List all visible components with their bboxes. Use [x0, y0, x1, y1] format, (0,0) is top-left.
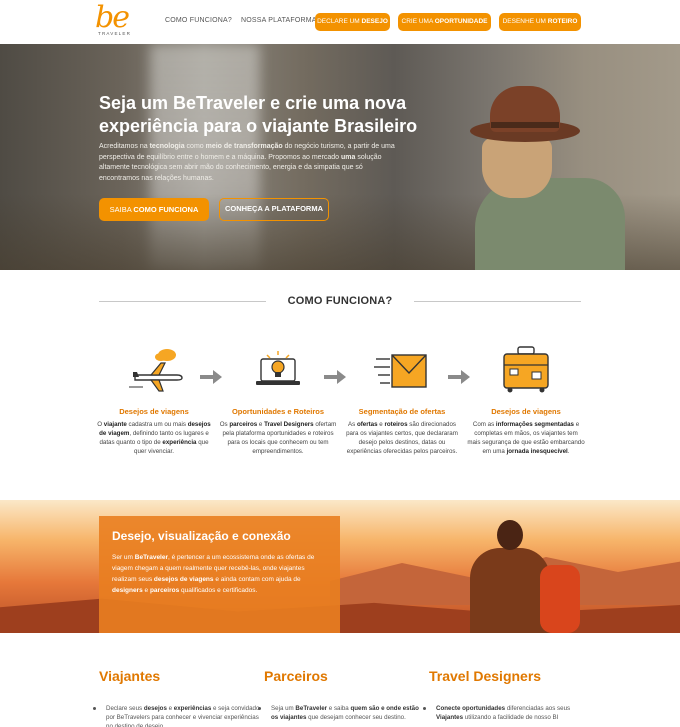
- banner-b2: desejos de viagens: [153, 576, 214, 583]
- banner-b4: parceiros: [149, 587, 180, 594]
- logo-subtitle: TRAVELER: [98, 31, 132, 36]
- col2-t1: Seja um: [271, 705, 296, 712]
- step1-b3: experiência: [162, 439, 197, 446]
- desenhe-roteiro-button[interactable]: DESENHE UM ROTEIRO: [499, 13, 581, 31]
- hero-text-bold-1: tecnologia: [149, 143, 185, 150]
- desenhe-roteiro-label-bold: ROTEIRO: [547, 18, 578, 25]
- step1-t2: cadastra um ou mais: [126, 421, 188, 428]
- arrow-right-icon-2: [324, 370, 346, 384]
- col3-t2: diferenciadas aos seus: [505, 705, 571, 712]
- column-text-parceiros: Seja um BeTraveler e saiba quem são e on…: [271, 704, 426, 722]
- column-title-travel-designers: Travel Designers: [429, 668, 542, 684]
- col3-t3: utilizando a facilidade de nosso BI: [463, 714, 559, 721]
- envelope-icon: [374, 354, 427, 388]
- step-text-2: Os parceiros e Travel Designers ofertam …: [219, 420, 337, 456]
- hiker-backpack: [540, 565, 580, 633]
- traveler-hair: [482, 138, 552, 198]
- banner-title: Desejo, visualização e conexão: [112, 529, 291, 543]
- section-divider-right: [414, 301, 581, 302]
- step-text-4: Com as informações segmentadas e complet…: [467, 420, 585, 456]
- step-title-2: Oportunidades e Roteiros: [231, 407, 325, 416]
- hero-text-bold-3: uma: [341, 153, 356, 161]
- banner-t1: Ser um: [112, 554, 135, 561]
- nav-link-como-funciona[interactable]: COMO FUNCIONA?: [165, 17, 232, 24]
- crie-oportunidade-label-bold: OPORTUNIDADE: [434, 18, 488, 25]
- step4-t1: Com as: [472, 421, 496, 428]
- col2-b1: BeTraveler: [295, 705, 328, 712]
- banner-description: Ser um BeTraveler, é pertencer a um ecos…: [112, 552, 322, 596]
- hiker-head: [497, 520, 523, 550]
- column-text-viajantes: Declare seus desejos e experiências e se…: [106, 704, 261, 727]
- step-title-3: Segmentação de ofertas: [358, 407, 446, 416]
- col1-t2: e: [166, 705, 174, 712]
- section-divider-left: [99, 301, 266, 302]
- crie-oportunidade-button[interactable]: CRIE UMA OPORTUNIDADE: [398, 13, 491, 31]
- hiker-body: [470, 548, 550, 633]
- step3-t1: As: [347, 421, 357, 428]
- step2-b2: Travel Designers: [264, 421, 314, 428]
- col2-t2: e saiba: [327, 705, 351, 712]
- step1-b1: viajante: [103, 421, 127, 428]
- hero-title: Seja um BeTraveler e crie uma nova exper…: [99, 93, 418, 136]
- logo-mark: be: [95, 0, 130, 35]
- banner-t4: e: [142, 587, 150, 594]
- hero-text-2: como: [184, 143, 206, 150]
- desenhe-roteiro-label: DESENHE UM: [502, 18, 548, 25]
- step-text-1: O viajante cadastra um ou mais desejos d…: [95, 420, 213, 456]
- banner-b3: designers: [112, 587, 143, 594]
- saiba-label-bold: COMO FUNCIONA: [133, 205, 199, 214]
- step4-b1: informações segmentadas: [495, 421, 574, 428]
- column-text-travel-designers: Conecte oportunidades diferenciadas aos …: [436, 704, 591, 722]
- hero-text-bold-2: meio de transformação: [205, 143, 283, 150]
- col2-t3: que desejam conhecer seu destino.: [306, 714, 406, 721]
- top-nav: be TRAVELER COMO FUNCIONA? NOSSA PLATAFO…: [0, 0, 680, 44]
- col1-t1: Declare seus: [106, 705, 144, 712]
- betraveler-logo[interactable]: be TRAVELER: [95, 0, 135, 40]
- step2-t1: Os: [219, 421, 230, 428]
- banner-b1: BeTraveler: [134, 554, 169, 561]
- hero-description: Acreditamos na tecnologia como meio de t…: [99, 142, 399, 184]
- conheca-plataforma-button[interactable]: CONHEÇA A PLATAFORMA: [219, 198, 329, 221]
- step4-b2: jornada inesquecível: [506, 448, 568, 455]
- section-title-como-funciona: COMO FUNCIONA?: [287, 295, 393, 307]
- crie-oportunidade-label: CRIE UMA: [401, 18, 435, 25]
- col3-b1: Conecte oportunidades: [436, 705, 506, 712]
- saiba-label: SAIBA: [109, 205, 134, 214]
- step3-b2: roteiros: [384, 421, 408, 428]
- nav-link-nossa-plataforma[interactable]: NOSSA PLATAFORMA: [241, 17, 317, 24]
- banner-t5: qualificados e certificados.: [179, 587, 258, 594]
- step4-t3: .: [567, 448, 570, 455]
- step-text-3: As ofertas e roteiros são direcionados p…: [343, 420, 461, 456]
- column-title-viajantes: Viajantes: [99, 668, 161, 684]
- laptop-lightbulb-icon: [256, 351, 300, 385]
- step2-b1: parceiros: [229, 421, 258, 428]
- banner-t3: e ainda contam com ajuda de: [213, 576, 301, 583]
- traveler-hat-band: [491, 122, 559, 128]
- step3-b1: ofertas: [356, 421, 378, 428]
- declare-desejo-button[interactable]: DECLARE UM DESEJO: [315, 13, 390, 31]
- arrow-right-icon-1: [200, 370, 222, 384]
- step-title-1: Desejos de viagens: [119, 407, 189, 416]
- col1-b1: desejos: [143, 705, 167, 712]
- suitcase-icon: [503, 346, 549, 393]
- declare-desejo-label: DECLARE UM: [317, 18, 362, 25]
- col1-b2: experiências: [173, 705, 212, 712]
- step-title-4: Desejos de viagens: [491, 407, 561, 416]
- bullet-dot-1: [93, 707, 96, 710]
- airplane-cloud-icon: [129, 349, 183, 392]
- hero-text-1: Acreditamos na: [99, 143, 150, 150]
- declare-desejo-label-bold: DESEJO: [361, 18, 388, 25]
- arrow-right-icon-3: [448, 370, 470, 384]
- column-title-parceiros: Parceiros: [264, 668, 328, 684]
- saiba-como-funciona-button[interactable]: SAIBA COMO FUNCIONA: [99, 198, 209, 221]
- col3-b2: Viajantes: [436, 714, 464, 721]
